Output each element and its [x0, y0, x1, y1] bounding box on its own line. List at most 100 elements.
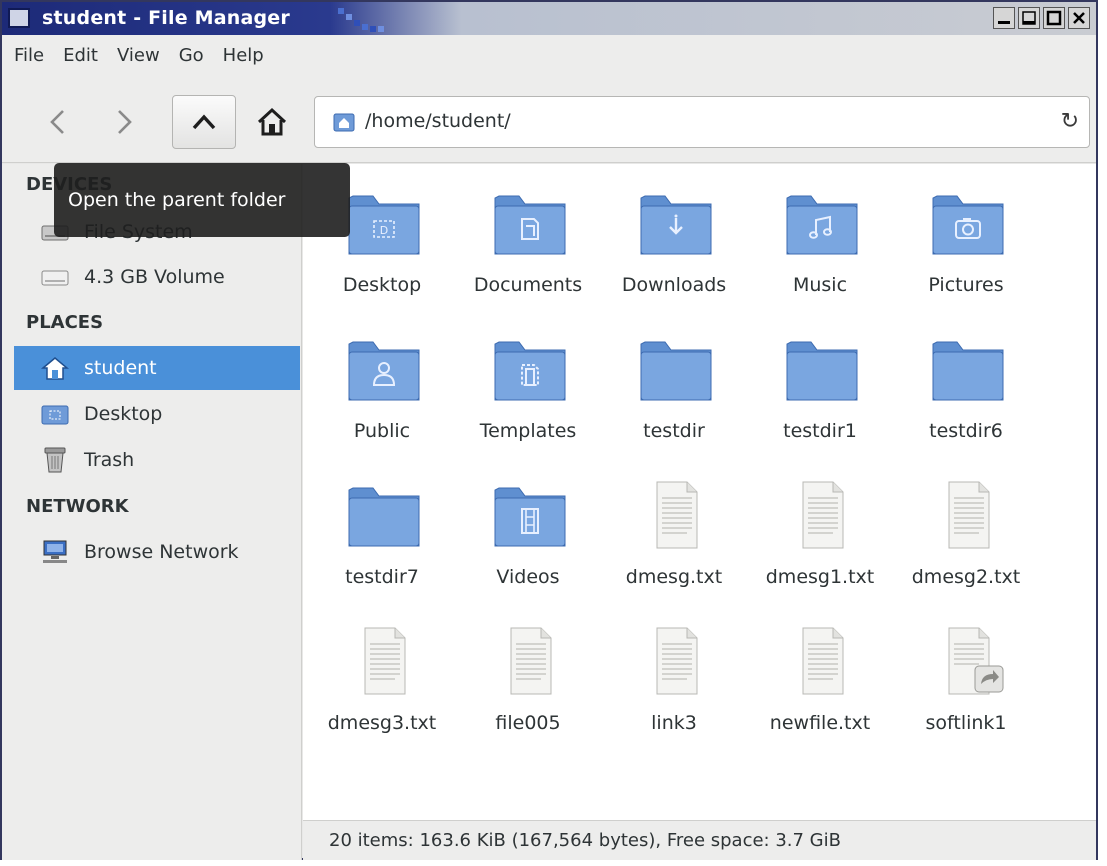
sidebar-item-label: Browse Network: [84, 541, 239, 563]
menu-edit[interactable]: Edit: [57, 45, 111, 66]
pictures-folder-icon: [932, 195, 1004, 255]
file-item-dmesg-txt[interactable]: dmesg.txt: [601, 462, 747, 602]
shade-button[interactable]: [1018, 7, 1040, 29]
file-name: dmesg2.txt: [911, 566, 1021, 588]
text-file-icon: [948, 481, 990, 549]
sidebar-item-volume[interactable]: 4.3 GB Volume: [14, 255, 300, 299]
network-icon: [40, 537, 70, 567]
sidebar-heading-network: NETWORK: [26, 496, 129, 517]
file-name: Videos: [496, 566, 560, 588]
file-name: testdir1: [783, 420, 857, 442]
templates-folder-icon: [494, 341, 566, 401]
menu-view[interactable]: View: [111, 45, 173, 66]
file-name: dmesg.txt: [625, 566, 723, 588]
text-file-icon: [510, 627, 552, 695]
file-item-videos[interactable]: Videos: [455, 462, 601, 602]
title-decoration-icon: [338, 8, 384, 32]
forward-button[interactable]: [98, 95, 150, 149]
close-button[interactable]: [1068, 7, 1090, 29]
file-name: Desktop: [342, 274, 422, 296]
file-item-downloads[interactable]: Downloads: [601, 170, 747, 310]
file-item-dmesg3-txt[interactable]: dmesg3.txt: [309, 608, 455, 748]
file-name: testdir7: [345, 566, 419, 588]
file-item-softlink1[interactable]: softlink1: [893, 608, 1039, 748]
desktop-folder-icon: D: [348, 195, 420, 255]
file-name: Pictures: [928, 274, 1004, 296]
sidebar-item-label: Trash: [84, 449, 135, 471]
tooltip: Open the parent folder: [54, 163, 350, 237]
file-item-file005[interactable]: file005: [455, 608, 601, 748]
maximize-button[interactable]: [1043, 7, 1065, 29]
sidebar-heading-places: PLACES: [26, 312, 104, 333]
file-name: softlink1: [925, 712, 1007, 734]
file-name: dmesg1.txt: [765, 566, 875, 588]
file-name: dmesg3.txt: [327, 712, 437, 734]
file-name: Templates: [479, 420, 577, 442]
file-name: file005: [495, 712, 561, 734]
home-icon: [40, 353, 70, 383]
file-item-dmesg1-txt[interactable]: dmesg1.txt: [747, 462, 893, 602]
status-bar: 20 items: 163.6 KiB (167,564 bytes), Fre…: [303, 820, 1096, 860]
symlink-file-icon: [948, 627, 1004, 695]
home-folder-icon: [333, 113, 355, 132]
file-item-public[interactable]: Public: [309, 316, 455, 456]
file-name: newfile.txt: [769, 712, 871, 734]
sidebar: DEVICES File System 4.3 GB Volume PLACES…: [2, 164, 302, 860]
file-view: D Desktop Documents Downloads Music Pict…: [303, 164, 1096, 820]
menu-file[interactable]: File: [8, 45, 57, 66]
sidebar-item-browse-network[interactable]: Browse Network: [14, 530, 300, 574]
back-button[interactable]: [32, 95, 84, 149]
file-item-templates[interactable]: Templates: [455, 316, 601, 456]
folder-icon: [348, 487, 420, 547]
text-file-icon: [656, 627, 698, 695]
file-name: testdir6: [929, 420, 1003, 442]
file-name: Downloads: [621, 274, 727, 296]
file-name: Documents: [473, 274, 583, 296]
documents-folder-icon: [494, 195, 566, 255]
text-file-icon: [364, 627, 406, 695]
sidebar-item-label: student: [84, 357, 157, 379]
folder-icon: [640, 341, 712, 401]
file-item-link3[interactable]: link3: [601, 608, 747, 748]
file-item-testdir[interactable]: testdir: [601, 316, 747, 456]
minimize-button[interactable]: [993, 7, 1015, 29]
title-bar[interactable]: student - File Manager: [2, 2, 1096, 35]
reload-icon[interactable]: ↻: [1061, 109, 1079, 134]
file-item-testdir7[interactable]: testdir7: [309, 462, 455, 602]
downloads-folder-icon: [640, 195, 712, 255]
menu-bar: File Edit View Go Help: [2, 35, 1096, 75]
chevron-right-icon: [118, 110, 132, 134]
file-item-newfile-txt[interactable]: newfile.txt: [747, 608, 893, 748]
file-item-pictures[interactable]: Pictures: [893, 170, 1039, 310]
file-name: link3: [651, 712, 697, 734]
file-item-testdir6[interactable]: testdir6: [893, 316, 1039, 456]
home-button[interactable]: [246, 95, 298, 149]
sidebar-item-label: 4.3 GB Volume: [84, 266, 225, 288]
address-text[interactable]: /home/student/: [365, 110, 511, 132]
sidebar-item-student[interactable]: student: [14, 346, 300, 390]
file-item-testdir1[interactable]: testdir1: [747, 316, 893, 456]
menu-help[interactable]: Help: [217, 45, 277, 66]
window-menu-icon[interactable]: [8, 8, 30, 28]
music-folder-icon: [786, 195, 858, 255]
text-file-icon: [802, 627, 844, 695]
tooltip-text: Open the parent folder: [68, 189, 286, 211]
trash-icon: [40, 445, 70, 475]
file-name: testdir: [643, 420, 705, 442]
file-manager-window: student - File Manager File Edit View Go…: [0, 0, 1098, 860]
file-item-music[interactable]: Music: [747, 170, 893, 310]
file-item-documents[interactable]: Documents: [455, 170, 601, 310]
svg-text:D: D: [380, 224, 388, 237]
parent-folder-button[interactable]: [172, 95, 236, 149]
menu-go[interactable]: Go: [173, 45, 217, 66]
sidebar-item-desktop[interactable]: Desktop: [14, 392, 300, 436]
sidebar-item-trash[interactable]: Trash: [14, 438, 300, 482]
chevron-left-icon: [50, 110, 64, 134]
status-text: 20 items: 163.6 KiB (167,564 bytes), Fre…: [329, 830, 841, 851]
address-bar[interactable]: /home/student/ ↻: [314, 96, 1090, 148]
sidebar-item-label: Desktop: [84, 403, 163, 425]
file-name: Public: [353, 420, 411, 442]
file-item-dmesg2-txt[interactable]: dmesg2.txt: [893, 462, 1039, 602]
file-name: Music: [792, 274, 848, 296]
drive-icon: [40, 262, 70, 292]
